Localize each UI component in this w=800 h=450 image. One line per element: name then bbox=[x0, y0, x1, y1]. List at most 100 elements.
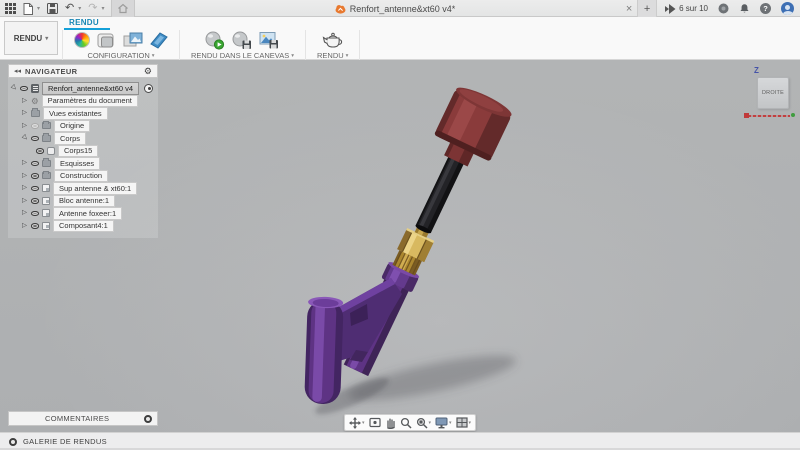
capture-render-icon[interactable] bbox=[232, 31, 252, 50]
visibility-eye-icon[interactable] bbox=[31, 135, 39, 141]
visibility-eye-icon[interactable] bbox=[20, 85, 28, 91]
tree-item-bodies[interactable]: ▷ Corps bbox=[8, 132, 158, 145]
tab-rendu[interactable]: RENDU bbox=[69, 18, 99, 27]
visibility-eye-icon[interactable] bbox=[31, 123, 39, 129]
editable-documents-badge[interactable]: 6 sur 10 bbox=[665, 3, 708, 14]
expand-arrow-icon[interactable]: ▷ bbox=[21, 159, 28, 167]
view-cube-face[interactable]: DROITE bbox=[757, 77, 789, 109]
visibility-eye-icon[interactable] bbox=[31, 173, 39, 179]
tree-item-label: Corps15 bbox=[58, 144, 99, 157]
tree-item-component-sup-antenne[interactable]: ▷ Sup antenne & xt60:1 bbox=[8, 182, 158, 195]
body-icon bbox=[47, 146, 55, 155]
group-label-render-in-canvas[interactable]: RENDU DANS LE CANEVAS ▾ bbox=[191, 51, 294, 60]
tree-item-sketches[interactable]: ▷ Esquisses bbox=[8, 157, 158, 170]
zoom-button[interactable] bbox=[400, 417, 412, 429]
quick-access-toolbar: ▾ ↶ ▾ ↷ ▾ bbox=[5, 0, 136, 17]
visibility-eye-icon[interactable] bbox=[31, 210, 39, 216]
appearance-color-wheel-icon[interactable] bbox=[74, 32, 90, 48]
group-render: RENDU ▾ bbox=[306, 30, 361, 60]
collapse-panel-icon[interactable]: ◂◂ bbox=[14, 68, 21, 75]
expand-arrow-icon[interactable]: ▷ bbox=[21, 97, 28, 105]
tree-item-component-bloc-antenne[interactable]: ▷ Bloc antenne:1 bbox=[8, 194, 158, 207]
zoom-window-button[interactable]: ▾ bbox=[416, 417, 432, 429]
scene-settings-icon[interactable] bbox=[97, 32, 116, 49]
visibility-eye-icon[interactable] bbox=[31, 223, 39, 229]
file-menu-caret-icon[interactable]: ▾ bbox=[37, 5, 40, 12]
render-gallery-bar[interactable]: GALERIE DE RENDUS bbox=[0, 432, 800, 450]
axis-x-marker bbox=[744, 113, 749, 118]
workspace-selector-button[interactable]: RENDU ▾ bbox=[4, 21, 58, 55]
navigator-settings-gear-icon[interactable]: ⚙ bbox=[144, 66, 152, 76]
caret-down-icon: ▾ bbox=[428, 419, 432, 426]
axis-y-marker bbox=[791, 113, 795, 117]
activate-component-radio[interactable] bbox=[144, 83, 154, 93]
navigator-panel: ◂◂ NAVIGATEUR ⚙ ▷ Renfort_antenne&xt60 v… bbox=[8, 64, 158, 238]
decal-icon[interactable] bbox=[123, 32, 143, 48]
caret-down-icon: ▾ bbox=[362, 419, 365, 426]
ribbon-groups: CONFIGURATION▾ RENDU DANS LE CANEVAS▾ bbox=[62, 30, 361, 60]
expand-arrow-icon[interactable]: ▷ bbox=[9, 83, 18, 93]
render-in-canvas-icon[interactable] bbox=[205, 31, 225, 50]
tree-item-component4[interactable]: ▷ Composant4:1 bbox=[8, 219, 158, 232]
component-icon bbox=[42, 184, 50, 193]
visibility-eye-icon[interactable] bbox=[36, 148, 44, 154]
texture-icon[interactable] bbox=[150, 31, 168, 49]
caret-down-icon: ▾ bbox=[345, 52, 349, 59]
view-navigation-toolbar: ▾ ▾ ▾ ▾ bbox=[344, 414, 477, 431]
tree-item-label: Paramètres du document bbox=[41, 94, 138, 107]
visibility-eye-icon[interactable] bbox=[31, 198, 39, 204]
expand-arrow-icon[interactable]: ▷ bbox=[20, 133, 29, 143]
undo-icon[interactable]: ↶ bbox=[65, 0, 74, 17]
expand-arrow-icon[interactable]: ▷ bbox=[21, 184, 28, 192]
redo-icon[interactable]: ↷ bbox=[88, 0, 97, 17]
help-icon[interactable]: ? bbox=[760, 3, 771, 14]
render-teapot-icon[interactable] bbox=[321, 32, 345, 49]
expand-arrow-icon[interactable]: ▷ bbox=[21, 197, 28, 205]
visibility-eye-icon[interactable] bbox=[31, 185, 39, 191]
close-tab-icon[interactable]: × bbox=[621, 3, 637, 15]
tree-item-construction[interactable]: ▷ Construction bbox=[8, 169, 158, 182]
new-tab-button[interactable]: + bbox=[637, 0, 658, 17]
app-grid-icon[interactable] bbox=[5, 0, 16, 17]
group-label-render[interactable]: RENDU ▾ bbox=[317, 51, 348, 60]
caret-down-icon: ▾ bbox=[468, 419, 472, 426]
job-status-icon[interactable] bbox=[718, 3, 729, 14]
comments-panel-bar[interactable]: COMMENTAIRES bbox=[8, 411, 158, 426]
home-view-button[interactable] bbox=[111, 0, 136, 17]
ribbon-toolbar: RENDU ▾ RENDU CONFIGURATION ▾ RENDU DANS… bbox=[0, 17, 800, 60]
group-configuration: CONFIGURATION ▾ bbox=[62, 30, 180, 60]
settings-gear-icon: ⚙ bbox=[31, 95, 39, 106]
viewports-button[interactable]: ▾ bbox=[455, 417, 472, 428]
user-avatar[interactable] bbox=[781, 2, 794, 15]
tree-item-document-settings[interactable]: ▷ ⚙ Paramètres du document bbox=[8, 94, 158, 107]
expand-arrow-icon[interactable]: ▷ bbox=[21, 209, 28, 217]
expand-arrow-icon[interactable]: ▷ bbox=[21, 172, 28, 180]
expand-arrow-icon[interactable]: ▷ bbox=[21, 222, 28, 230]
orbit-button[interactable]: ▾ bbox=[349, 416, 365, 429]
tree-item-component-antenne-foxeer[interactable]: ▷ Antenne foxeer:1 bbox=[8, 207, 158, 220]
render-image-save-icon[interactable] bbox=[259, 31, 279, 49]
tree-item-root[interactable]: ▷ Renfort_antenne&xt60 v4 bbox=[8, 82, 158, 95]
viewport-canvas[interactable]: ◂◂ NAVIGATEUR ⚙ ▷ Renfort_antenne&xt60 v… bbox=[0, 60, 800, 432]
save-icon[interactable] bbox=[47, 0, 59, 17]
pan-hand-button[interactable] bbox=[385, 417, 396, 429]
cloud-document-icon bbox=[335, 4, 346, 14]
file-menu-icon[interactable] bbox=[23, 0, 33, 17]
visibility-eye-icon[interactable] bbox=[31, 160, 39, 166]
group-render-in-canvas: RENDU DANS LE CANEVAS ▾ bbox=[180, 30, 306, 60]
look-at-button[interactable] bbox=[368, 417, 381, 428]
expand-arrow-icon[interactable]: ▷ bbox=[21, 109, 28, 117]
tree-item-origin[interactable]: ▷ Origine bbox=[8, 119, 158, 132]
undo-caret-icon[interactable]: ▾ bbox=[78, 5, 81, 12]
view-cube[interactable]: Z DROITE bbox=[744, 66, 798, 130]
display-settings-button[interactable]: ▾ bbox=[435, 417, 452, 429]
group-label-configuration[interactable]: CONFIGURATION ▾ bbox=[87, 51, 154, 60]
tree-item-named-views[interactable]: ▷ Vues existantes bbox=[8, 107, 158, 120]
redo-caret-icon[interactable]: ▾ bbox=[101, 5, 104, 12]
tree-item-body15[interactable]: Corps15 bbox=[8, 144, 158, 157]
notifications-bell-icon[interactable] bbox=[739, 3, 750, 14]
document-tab[interactable]: Renfort_antenne&xt60 v4* bbox=[150, 0, 640, 17]
navigator-header[interactable]: ◂◂ NAVIGATEUR ⚙ bbox=[8, 64, 158, 78]
bracket-cylinder[interactable] bbox=[304, 296, 344, 405]
expand-arrow-icon[interactable]: ▷ bbox=[21, 122, 28, 130]
